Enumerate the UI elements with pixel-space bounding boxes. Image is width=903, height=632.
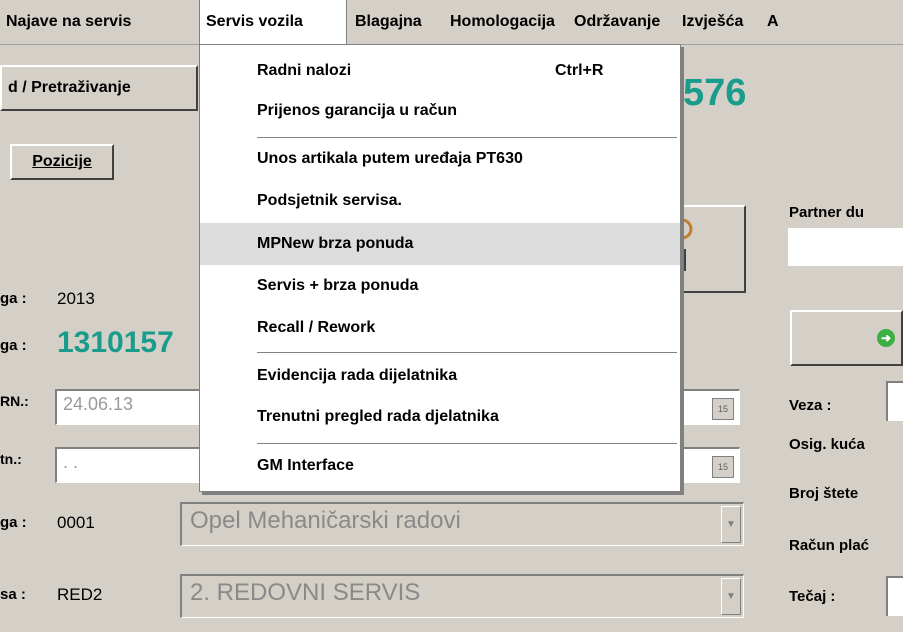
servis-combo-value: 2. REDOVNI SERVIS — [190, 579, 421, 606]
menu-separator — [257, 443, 677, 445]
vrsta-code: 0001 — [57, 513, 95, 532]
menu-homologacija[interactable]: Homologacija — [444, 0, 561, 44]
calendar-icon-text: 15 — [717, 404, 728, 414]
menu-bar: Najave na servis Servis vozila Blagajna … — [0, 0, 903, 45]
menu-item-servis-brza-ponuda[interactable]: Servis + brza ponuda — [200, 266, 680, 306]
menu-item-podsjetnik[interactable]: Podsjetnik servisa. — [200, 181, 680, 221]
pozicije-button[interactable]: Pozicije — [10, 144, 114, 180]
servis-vozila-dropdown: Radni nalozi Ctrl+R Prijenos garancija u… — [199, 44, 681, 492]
menu-item-shortcut: Ctrl+R — [555, 62, 604, 79]
vrsta-combo-value: Opel Mehaničarski radovi — [190, 507, 461, 534]
broj-value: 1310157 — [57, 326, 174, 359]
menu-odrzavanje-label: Održavanje — [574, 13, 661, 30]
menu-item-label: Recall / Rework — [257, 319, 376, 336]
datum2-value: . . — [63, 452, 79, 472]
partner-label: Partner du — [789, 204, 865, 221]
menu-blagajna[interactable]: Blagajna — [349, 0, 428, 44]
menu-homologacija-label: Homologacija — [450, 13, 555, 30]
pozicije-button-label: Pozicije — [32, 153, 92, 170]
vrsta-combo[interactable]: Opel Mehaničarski radovi ▼ — [180, 502, 744, 546]
godina-label: ga : — [0, 290, 27, 307]
broj-stete-label: Broj štete — [789, 485, 859, 502]
calendar-icon-text: 15 — [717, 462, 728, 472]
menu-najave-label: Najave na servis — [6, 13, 132, 30]
menu-izvjesca-label: Izvješća — [682, 13, 744, 30]
menu-item-evidencija[interactable]: Evidencija rada dijelatnika — [200, 356, 680, 396]
chevron-down-icon[interactable]: ▼ — [721, 506, 741, 543]
menu-item-label: Podsjetnik servisa. — [257, 192, 402, 209]
godina-value: 2013 — [57, 289, 95, 308]
menu-item-prijenos-garancija[interactable]: Prijenos garancija u račun — [200, 91, 680, 131]
veza-label: Veza : — [789, 397, 832, 414]
menu-item-mpnew[interactable]: MPNew brza ponuda — [200, 223, 680, 265]
menu-item-label: Unos artikala putem uređaja PT630 — [257, 150, 523, 167]
menu-servis-vozila[interactable]: Servis vozila — [199, 0, 347, 44]
menu-servis-vozila-label: Servis vozila — [206, 13, 303, 30]
menu-item-unos-artikala[interactable]: Unos artikala putem uređaja PT630 — [200, 139, 680, 179]
broj-label: ga : — [0, 337, 27, 354]
servis-label: sa : — [0, 586, 26, 603]
menu-odrzavanje[interactable]: Održavanje — [568, 0, 666, 44]
tecaj-field[interactable] — [886, 576, 903, 616]
menu-item-label: Radni nalozi — [257, 62, 352, 79]
calendar-icon[interactable]: 15 — [712, 398, 734, 420]
datum-rn-value: 24.06.13 — [63, 394, 134, 414]
datum-rn-label: RN.: — [0, 393, 29, 409]
datum2-label: tn.: — [0, 451, 22, 467]
menu-item-trenutni-pregled[interactable]: Trenutni pregled rada djelatnika — [200, 397, 680, 437]
menu-item-recall[interactable]: Recall / Rework — [200, 308, 680, 348]
arrow-right-icon: ➜ — [877, 329, 895, 347]
document-number-text: 576 — [683, 72, 747, 114]
vrsta-label: ga : — [0, 514, 27, 531]
document-number: 576 — [683, 72, 746, 115]
menu-najave[interactable]: Najave na servis — [0, 0, 137, 44]
menu-item-label: MPNew brza ponuda — [257, 235, 414, 252]
menu-izvjesca[interactable]: Izvješća — [676, 0, 749, 44]
search-button-label: d / Pretraživanje — [8, 79, 131, 96]
menu-item-radni-nalozi[interactable]: Radni nalozi Ctrl+R — [200, 51, 680, 91]
menu-item-label: Servis + brza ponuda — [257, 277, 419, 294]
menu-item-label: Prijenos garancija u račun — [257, 102, 458, 119]
partner-field[interactable] — [788, 228, 903, 266]
tecaj-label: Tečaj : — [789, 588, 836, 605]
search-button[interactable]: d / Pretraživanje — [0, 65, 198, 111]
calendar-icon[interactable]: 15 — [712, 456, 734, 478]
menu-separator — [257, 352, 677, 354]
menu-a-label: A — [767, 13, 779, 30]
menu-item-label: Evidencija rada dijelatnika — [257, 367, 458, 384]
chevron-down-icon[interactable]: ▼ — [721, 578, 741, 615]
veza-field[interactable] — [886, 381, 903, 421]
menu-blagajna-label: Blagajna — [355, 13, 422, 30]
go-button[interactable]: ➜ — [790, 310, 903, 366]
osig-label: Osig. kuća — [789, 436, 865, 453]
servis-combo[interactable]: 2. REDOVNI SERVIS ▼ — [180, 574, 744, 618]
menu-a[interactable]: A — [761, 0, 785, 44]
racun-label: Račun plać — [789, 537, 870, 554]
menu-item-gm-interface[interactable]: GM Interface — [200, 446, 680, 486]
menu-item-label: GM Interface — [257, 457, 354, 474]
servis-code: RED2 — [57, 585, 103, 604]
menu-item-label: Trenutni pregled rada djelatnika — [257, 408, 499, 425]
